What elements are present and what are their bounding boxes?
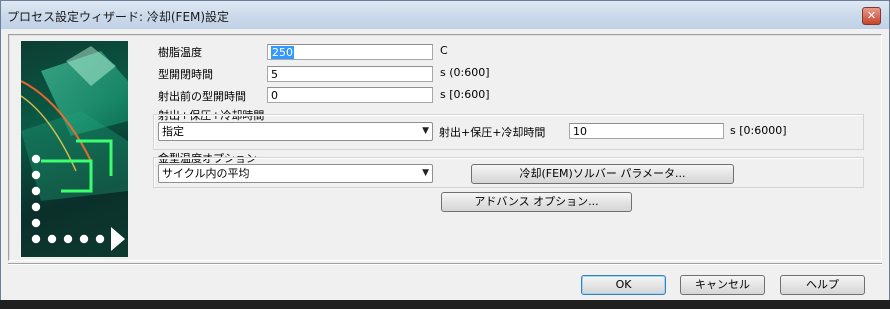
melt-temp-unit: C (440, 44, 448, 57)
process-settings-wizard-dialog: プロセス設定ウィザード: 冷却(FEM)設定 ✕ 樹脂温度 250 C 型開閉時… (0, 0, 890, 301)
cycle-mode-combo[interactable]: 指定 ▼ (158, 122, 433, 141)
chevron-down-icon: ▼ (422, 126, 429, 136)
melt-temp-label: 樹脂温度 (158, 46, 202, 59)
mold-open-time-value: 5 (271, 68, 278, 81)
title-bar[interactable]: プロセス設定ウィザード: 冷却(FEM)設定 ✕ (1, 1, 889, 29)
cycle-time-input[interactable]: 10 (569, 123, 724, 139)
close-button[interactable]: ✕ (862, 7, 881, 25)
open-before-injection-label: 射出前の型開時間 (158, 90, 246, 103)
wizard-illustration (21, 41, 128, 257)
mold-open-time-unit: s (0:600] (440, 66, 490, 79)
close-icon: ✕ (866, 9, 877, 22)
advanced-options-button[interactable]: アドバンス オプション... (441, 192, 632, 212)
dialog-client-area: 樹脂温度 250 C 型開閉時間 5 s (0:600] 射出前の型開時間 0 … (1, 29, 889, 300)
cycle-time-value: 10 (573, 125, 587, 138)
cycle-time-unit: s [0:6000] (730, 124, 787, 137)
cycle-mode-value: 指定 (162, 125, 184, 138)
background-strip (0, 300, 890, 309)
cancel-button[interactable]: キャンセル (680, 275, 765, 295)
chevron-down-icon: ▼ (422, 168, 429, 178)
mold-open-time-label: 型開閉時間 (158, 68, 213, 81)
mold-open-time-input[interactable]: 5 (267, 66, 433, 82)
help-button[interactable]: ヘルプ (780, 275, 865, 295)
mold-temp-option-combo[interactable]: サイクル内の平均 ▼ (158, 164, 433, 183)
cooling-solver-parameters-button[interactable]: 冷却(FEM)ソルバー パラメータ... (471, 164, 734, 184)
footer-separator (8, 263, 882, 265)
window-title: プロセス設定ウィザード: 冷却(FEM)設定 (7, 10, 230, 24)
melt-temp-input[interactable]: 250 (267, 44, 433, 60)
mold-temp-option-value: サイクル内の平均 (162, 167, 250, 180)
open-before-injection-input[interactable]: 0 (267, 87, 433, 103)
cycle-time-label: 射出+保圧+冷却時間 (439, 126, 546, 139)
ok-button[interactable]: OK (581, 275, 666, 295)
open-before-injection-unit: s [0:600] (440, 88, 490, 101)
cooling-illustration-icon (21, 46, 128, 251)
open-before-injection-value: 0 (271, 89, 278, 102)
melt-temp-value: 250 (271, 46, 294, 59)
